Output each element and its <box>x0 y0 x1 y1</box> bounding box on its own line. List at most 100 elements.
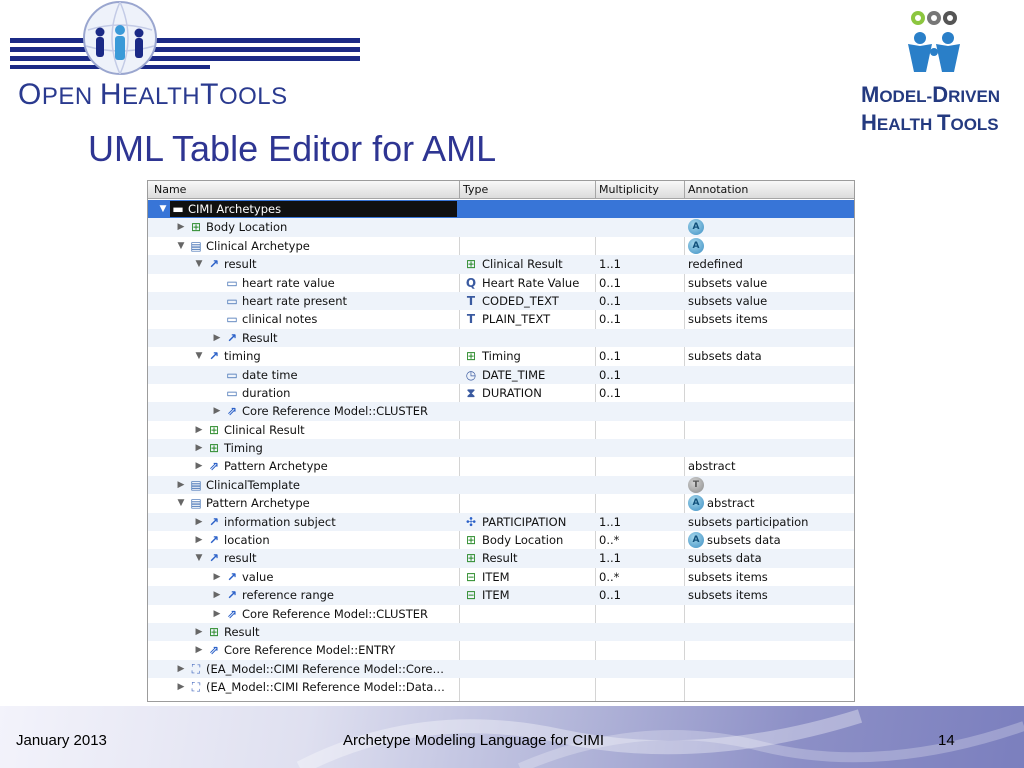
table-row[interactable]: ▶ ⊞ Result <box>148 622 854 642</box>
type-cell[interactable] <box>461 678 595 696</box>
table-row[interactable]: ▼ ↗ timing ⊞ Timing 0..1 subsets data <box>148 347 854 365</box>
type-cell[interactable] <box>461 457 595 475</box>
name-cell[interactable]: ▶ ▤ ClinicalTemplate <box>148 476 459 494</box>
annotation-cell[interactable] <box>686 623 854 641</box>
type-cell[interactable]: T CODED_TEXT <box>461 292 595 310</box>
name-cell[interactable]: ▼ ↗ result <box>148 549 459 567</box>
expanded-twisty-icon[interactable]: ▼ <box>194 255 204 273</box>
name-cell[interactable]: ▶ ↗ reference range <box>148 586 459 604</box>
type-cell[interactable] <box>461 641 595 659</box>
type-cell[interactable]: ⊞ Timing <box>461 347 595 365</box>
annotation-cell[interactable] <box>686 421 854 439</box>
annotation-cell[interactable]: subsets value <box>686 292 854 310</box>
expanded-twisty-icon[interactable]: ▼ <box>158 200 168 218</box>
type-cell[interactable]: ✣ PARTICIPATION <box>461 513 595 531</box>
name-cell[interactable]: ▼ ▬ CIMI Archetypes <box>148 200 459 218</box>
name-cell[interactable]: ▭ duration <box>148 384 459 402</box>
type-cell[interactable]: ⊞ Body Location <box>461 531 595 549</box>
type-cell[interactable]: Q Heart Rate Value <box>461 274 595 292</box>
table-row[interactable]: ▭ heart rate present T CODED_TEXT 0..1 subset… <box>148 291 854 311</box>
annotation-cell[interactable]: Asubsets data <box>686 531 854 549</box>
table-row[interactable]: ▼ ↗ result ⊞ Clinical Result 1..1 redefined <box>148 255 854 274</box>
table-row[interactable]: ▶ ↗ information subject ✣ PARTICIPATION 1..1 s… <box>148 512 854 532</box>
name-cell[interactable]: ▶ ⇗ Core Reference Model::CLUSTER <box>148 402 459 420</box>
multiplicity-cell[interactable] <box>597 329 684 347</box>
table-row[interactable]: ▭ clinical notes T PLAIN_TEXT 0..1 subsets it… <box>148 310 854 328</box>
annotation-cell[interactable]: subsets value <box>686 274 854 292</box>
collapsed-twisty-icon[interactable]: ▶ <box>194 457 204 475</box>
collapsed-twisty-icon[interactable]: ▶ <box>212 402 222 420</box>
annotation-cell[interactable] <box>686 366 854 384</box>
expanded-twisty-icon[interactable]: ▼ <box>176 494 186 512</box>
collapsed-twisty-icon[interactable]: ▶ <box>194 421 204 439</box>
multiplicity-cell[interactable]: 1..1 <box>597 255 684 273</box>
annotation-cell[interactable] <box>686 200 854 218</box>
annotation-cell[interactable]: subsets items <box>686 586 854 604</box>
name-cell[interactable]: ▼ ↗ timing <box>148 347 459 365</box>
annotation-cell[interactable]: subsets items <box>686 568 854 586</box>
collapsed-twisty-icon[interactable]: ▶ <box>194 641 204 659</box>
type-cell[interactable]: ⊞ Clinical Result <box>461 255 595 273</box>
table-row[interactable]: ▭ heart rate value Q Heart Rate Value 0..1 su… <box>148 274 854 292</box>
table-row[interactable]: ▶ ↗ value ⊟ ITEM 0..* subsets items <box>148 568 854 586</box>
name-cell[interactable]: ▶ ⊞ Timing <box>148 439 459 457</box>
multiplicity-cell[interactable]: 0..1 <box>597 274 684 292</box>
table-row[interactable]: ▶ ⇗ Core Reference Model::ENTRY <box>148 641 854 659</box>
multiplicity-cell[interactable] <box>597 605 684 623</box>
collapsed-twisty-icon[interactable]: ▶ <box>194 531 204 549</box>
annotation-cell[interactable]: redefined <box>686 255 854 273</box>
name-cell[interactable]: ▭ heart rate value <box>148 274 459 292</box>
type-cell[interactable] <box>461 660 595 678</box>
multiplicity-cell[interactable] <box>597 421 684 439</box>
table-row[interactable]: ▭ date time ◷ DATE_TIME 0..1 <box>148 365 854 384</box>
table-row[interactable]: ▼ ▤ Pattern Archetype Aabstract <box>148 494 854 512</box>
column-header-type[interactable]: Type <box>463 183 488 196</box>
table-row[interactable]: ▶ ⛶ (EA_Model::CIMI Reference Model::Core… <box>148 659 854 679</box>
collapsed-twisty-icon[interactable]: ▶ <box>176 660 186 678</box>
name-cell[interactable]: ▶ ⊞ Body Location <box>148 218 459 236</box>
multiplicity-cell[interactable]: 0..1 <box>597 586 684 604</box>
collapsed-twisty-icon[interactable]: ▶ <box>212 586 222 604</box>
table-row[interactable]: ▶ ⊞ Body Location A <box>148 218 854 237</box>
annotation-cell[interactable] <box>686 329 854 347</box>
type-cell[interactable] <box>461 494 595 512</box>
multiplicity-cell[interactable]: 1..1 <box>597 513 684 531</box>
type-cell[interactable] <box>461 605 595 623</box>
type-cell[interactable]: ◷ DATE_TIME <box>461 366 595 384</box>
collapsed-twisty-icon[interactable]: ▶ <box>194 439 204 457</box>
type-cell[interactable] <box>461 200 595 218</box>
annotation-cell[interactable] <box>686 660 854 678</box>
annotation-cell[interactable]: T <box>686 476 854 494</box>
multiplicity-cell[interactable]: 0..1 <box>597 347 684 365</box>
multiplicity-cell[interactable]: 0..1 <box>597 384 684 402</box>
collapsed-twisty-icon[interactable]: ▶ <box>212 605 222 623</box>
name-cell[interactable]: ▶ ⊞ Result <box>148 623 459 641</box>
table-row[interactable]: ▶ ⇗ Pattern Archetype abstract <box>148 457 854 475</box>
name-cell[interactable]: ▶ ↗ value <box>148 568 459 586</box>
table-row[interactable]: ▼ ▬ CIMI Archetypes <box>148 200 854 219</box>
column-header-annotation[interactable]: Annotation <box>688 183 748 196</box>
collapsed-twisty-icon[interactable]: ▶ <box>176 476 186 494</box>
type-cell[interactable] <box>461 476 595 494</box>
annotation-cell[interactable]: subsets data <box>686 347 854 365</box>
table-row[interactable]: ▼ ▤ Clinical Archetype A <box>148 237 854 255</box>
collapsed-twisty-icon[interactable]: ▶ <box>194 623 204 641</box>
table-row[interactable]: ▶ ⊞ Clinical Result <box>148 421 854 439</box>
multiplicity-cell[interactable] <box>597 457 684 475</box>
multiplicity-cell[interactable]: 0..* <box>597 568 684 586</box>
annotation-cell[interactable]: subsets participation <box>686 513 854 531</box>
type-cell[interactable] <box>461 402 595 420</box>
multiplicity-cell[interactable]: 0..* <box>597 531 684 549</box>
name-cell[interactable]: ▶ ⛶ (EA_Model::CIMI Reference Model::Core… <box>148 660 459 678</box>
annotation-cell[interactable] <box>686 641 854 659</box>
annotation-cell[interactable] <box>686 402 854 420</box>
expanded-twisty-icon[interactable]: ▼ <box>194 347 204 365</box>
multiplicity-cell[interactable]: 0..1 <box>597 310 684 328</box>
expanded-twisty-icon[interactable]: ▼ <box>176 237 186 255</box>
table-row[interactable]: ▶ ↗ Result <box>148 328 854 348</box>
annotation-cell[interactable]: A <box>686 218 854 236</box>
table-row[interactable]: ▼ ↗ result ⊞ Result 1..1 subsets data <box>148 549 854 568</box>
annotation-cell[interactable]: subsets data <box>686 549 854 567</box>
name-cell[interactable]: ▶ ⊞ Clinical Result <box>148 421 459 439</box>
type-cell[interactable] <box>461 237 595 255</box>
